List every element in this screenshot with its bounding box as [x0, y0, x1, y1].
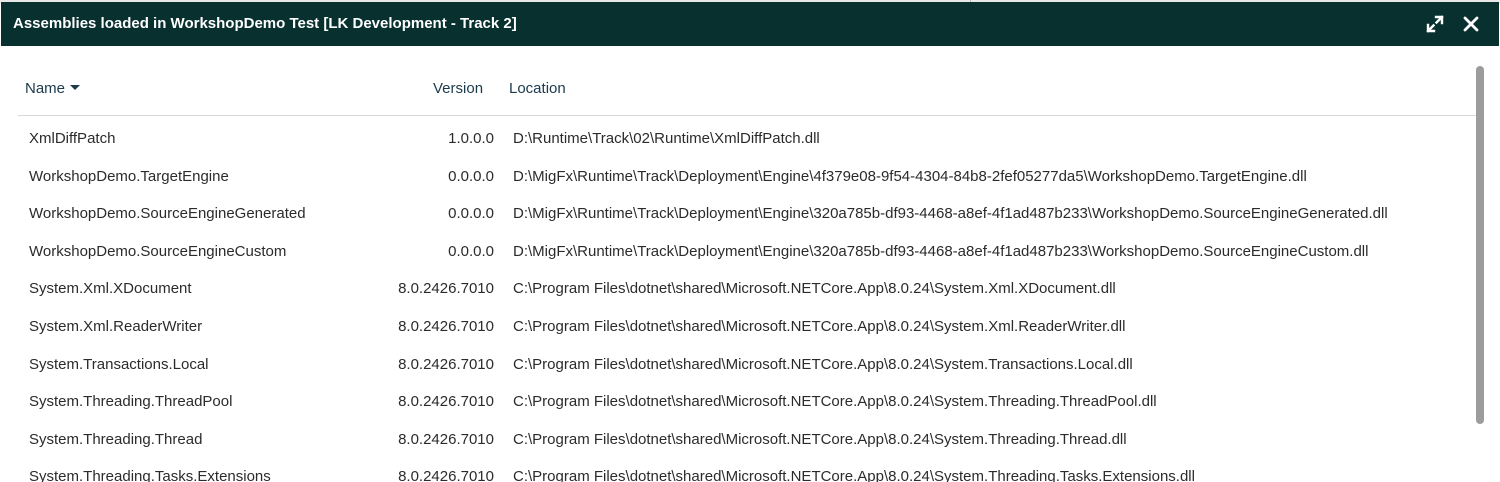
close-button[interactable]: [1460, 13, 1482, 35]
sort-caret-icon: [70, 84, 81, 90]
cell-version: 0.0.0.0: [448, 167, 494, 185]
column-header-name-label: Name: [25, 80, 66, 97]
cell-name: System.Xml.XDocument: [29, 280, 192, 298]
cell-location: C:\Program Files\dotnet\shared\Microsoft…: [513, 317, 1126, 335]
cell-version: 0.0.0.0: [448, 205, 494, 223]
column-header-location[interactable]: Location: [509, 80, 566, 97]
cell-name: WorkshopDemo.SourceEngineCustom: [29, 242, 287, 260]
table-row[interactable]: System.Xml.ReaderWriter 8.0.2426.7010 C:…: [18, 307, 1476, 345]
table-row[interactable]: XmlDiffPatch 1.0.0.0 D:\Runtime\Track\02…: [18, 119, 1476, 157]
cell-version: 0.0.0.0: [448, 242, 494, 260]
table-header: Name Version Location: [18, 46, 1476, 116]
cell-location: D:\MigFx\Runtime\Track\Deployment\Engine…: [513, 205, 1388, 223]
cell-name: WorkshopDemo.TargetEngine: [29, 167, 229, 185]
cell-location: D:\Runtime\Track\02\Runtime\XmlDiffPatch…: [513, 130, 820, 147]
cell-location: C:\Program Files\dotnet\shared\Microsoft…: [513, 280, 1116, 298]
table-row[interactable]: System.Transactions.Local 8.0.2426.7010 …: [18, 345, 1476, 383]
assemblies-dialog: Assemblies loaded in WorkshopDemo Test […: [1, 2, 1499, 482]
cell-location: D:\MigFx\Runtime\Track\Deployment\Engine…: [513, 242, 1369, 260]
cell-version: 1.0.0.0: [448, 130, 494, 147]
cell-location: C:\Program Files\dotnet\shared\Microsoft…: [513, 430, 1127, 448]
cell-name: System.Threading.ThreadPool: [29, 393, 233, 411]
cell-location: C:\Program Files\dotnet\shared\Microsoft…: [513, 355, 1133, 373]
cell-name: WorkshopDemo.SourceEngineGenerated: [29, 205, 306, 223]
cell-location: C:\Program Files\dotnet\shared\Microsoft…: [513, 393, 1157, 411]
table-row[interactable]: System.Threading.ThreadPool 8.0.2426.701…: [18, 382, 1476, 420]
table-row[interactable]: System.Threading.Thread 8.0.2426.7010 C:…: [18, 420, 1476, 458]
column-header-version[interactable]: Version: [433, 80, 483, 97]
cell-version: 8.0.2426.7010: [398, 317, 494, 335]
table-row[interactable]: WorkshopDemo.TargetEngine 0.0.0.0 D:\Mig…: [18, 157, 1476, 195]
table-row[interactable]: System.Xml.XDocument 8.0.2426.7010 C:\Pr…: [18, 269, 1476, 307]
assemblies-table: Name Version Location XmlDiffPatch 1.0.0…: [18, 46, 1476, 482]
cell-name: XmlDiffPatch: [29, 130, 116, 147]
dialog-titlebar: Assemblies loaded in WorkshopDemo Test […: [1, 2, 1499, 46]
column-header-name[interactable]: Name: [25, 80, 81, 97]
cell-name: System.Xml.ReaderWriter: [29, 317, 203, 335]
table-row[interactable]: System.Threading.Tasks.Extensions 8.0.24…: [18, 457, 1476, 482]
expand-icon: [1426, 15, 1444, 33]
table-body: XmlDiffPatch 1.0.0.0 D:\Runtime\Track\02…: [18, 119, 1476, 482]
cell-version: 8.0.2426.7010: [398, 430, 494, 448]
close-icon: [1463, 16, 1479, 32]
cell-name: System.Threading.Thread: [29, 430, 203, 448]
expand-button[interactable]: [1424, 13, 1446, 35]
cell-location: D:\MigFx\Runtime\Track\Deployment\Engine…: [513, 167, 1307, 185]
cell-version: 8.0.2426.7010: [398, 393, 494, 411]
dialog-title: Assemblies loaded in WorkshopDemo Test […: [13, 15, 517, 32]
vertical-scrollbar[interactable]: [1476, 66, 1484, 424]
cell-version: 8.0.2426.7010: [398, 468, 494, 482]
cell-version: 8.0.2426.7010: [398, 355, 494, 373]
cell-location: C:\Program Files\dotnet\shared\Microsoft…: [513, 468, 1195, 482]
table-row[interactable]: WorkshopDemo.SourceEngineCustom 0.0.0.0 …: [18, 232, 1476, 270]
cell-name: System.Threading.Tasks.Extensions: [29, 468, 271, 482]
cell-name: System.Transactions.Local: [29, 355, 209, 373]
cell-version: 8.0.2426.7010: [398, 280, 494, 298]
table-row[interactable]: WorkshopDemo.SourceEngineGenerated 0.0.0…: [18, 194, 1476, 232]
